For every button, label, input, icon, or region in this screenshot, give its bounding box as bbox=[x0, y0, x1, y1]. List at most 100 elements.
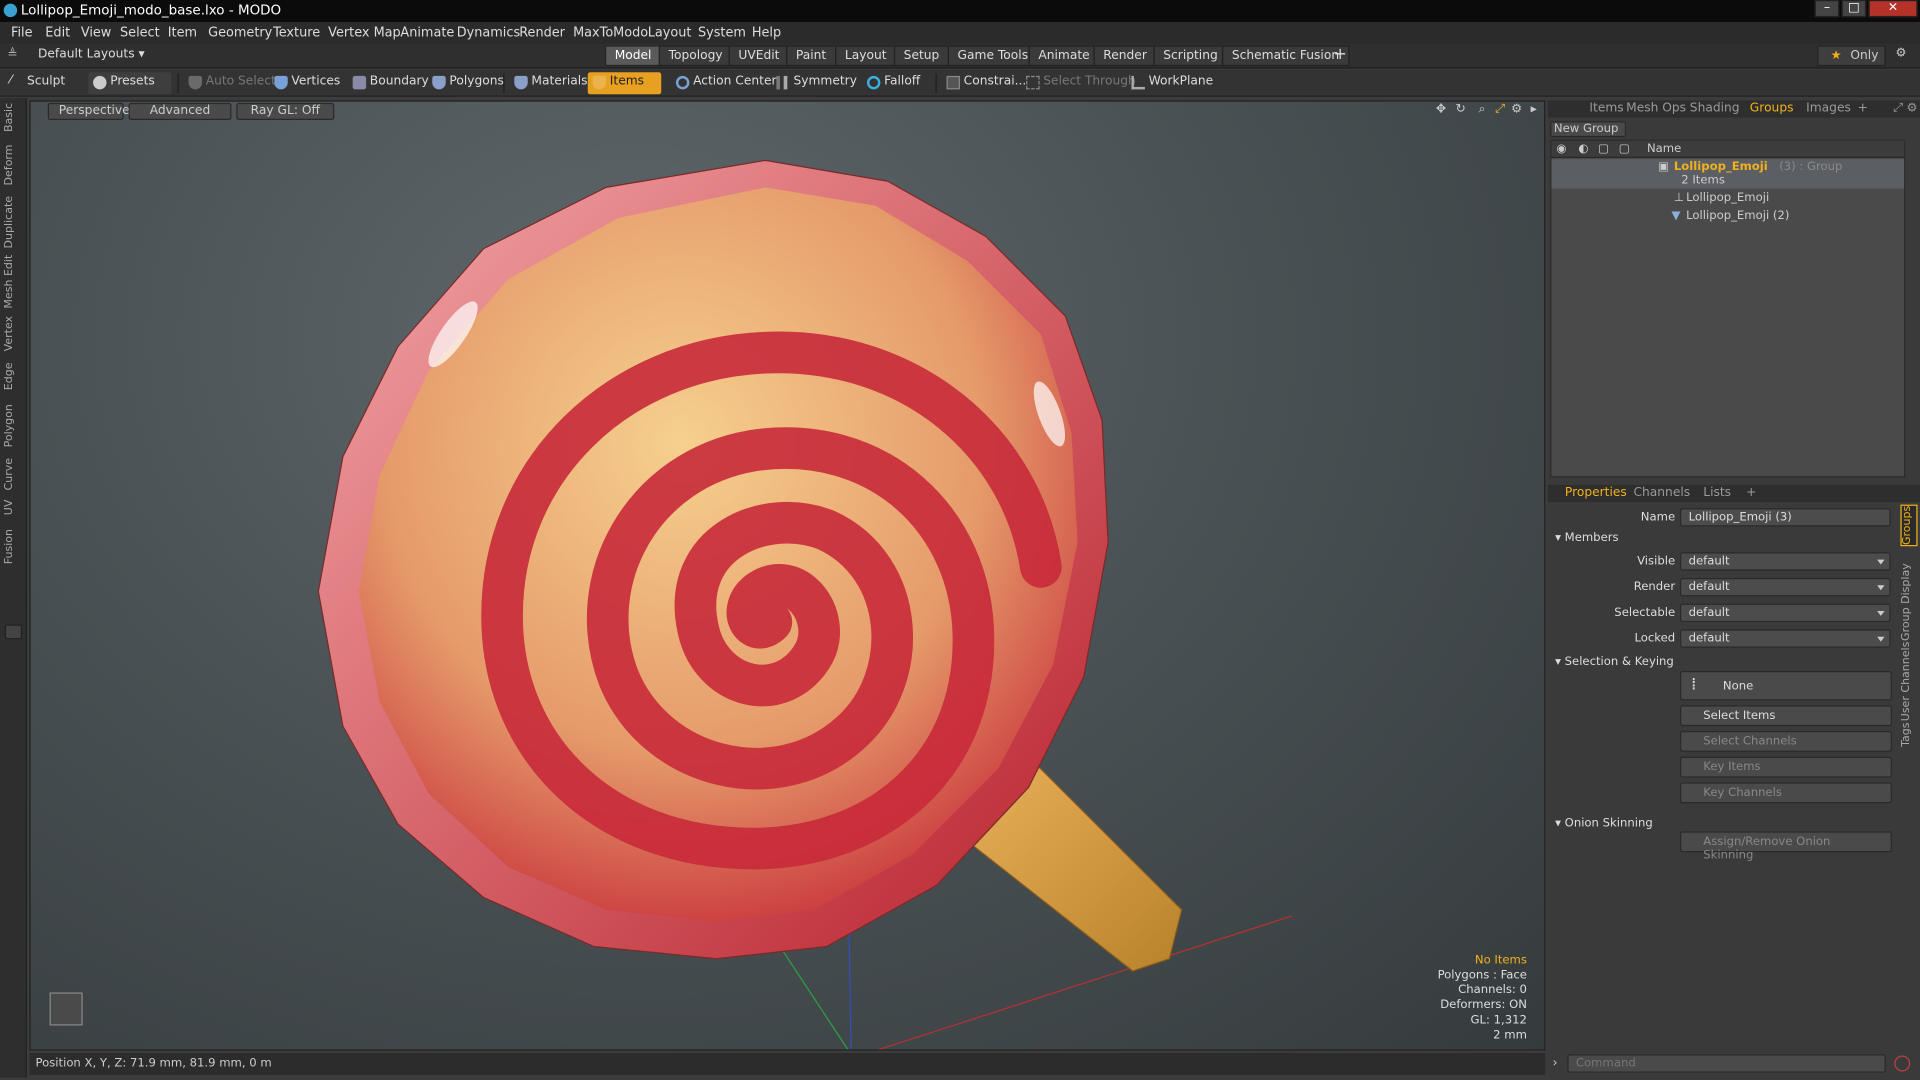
locked-select[interactable]: default bbox=[1680, 629, 1891, 648]
symmetry-button[interactable]: Symmetry bbox=[771, 72, 861, 94]
minimize-button[interactable]: – bbox=[1814, 0, 1840, 18]
menu-geometry[interactable]: Geometry bbox=[208, 26, 272, 41]
visible-select[interactable]: default bbox=[1680, 552, 1891, 571]
falloff-button[interactable]: Falloff bbox=[862, 72, 925, 94]
viewport-options-icon[interactable]: ⚙ bbox=[1511, 103, 1522, 116]
command-history-icon[interactable] bbox=[1894, 1055, 1911, 1072]
vertices-button[interactable]: Vertices bbox=[269, 72, 345, 94]
boundary-button[interactable]: Boundary bbox=[348, 72, 434, 94]
menu-item[interactable]: Item bbox=[168, 26, 197, 41]
menu-texture[interactable]: Texture bbox=[273, 26, 320, 41]
tab-channels[interactable]: Channels bbox=[1633, 486, 1690, 502]
lock-col-icon[interactable]: ▢ bbox=[1619, 142, 1630, 155]
tab-setup[interactable]: Setup bbox=[893, 45, 950, 67]
add-list-tab-icon[interactable]: + bbox=[1858, 102, 1868, 118]
tab-schematic-fusion[interactable]: Schematic Fusion bbox=[1222, 45, 1349, 67]
command-input[interactable] bbox=[1567, 1054, 1886, 1073]
raygl-button[interactable]: Ray GL: Off bbox=[236, 102, 335, 121]
expand-panel-icon[interactable]: ⤢ bbox=[1893, 102, 1903, 118]
orientation-gizmo[interactable] bbox=[49, 992, 83, 1026]
list-item[interactable]: ⊥ Lollipop_Emoji bbox=[1551, 190, 1904, 207]
sculpt-button[interactable]: ⁄ Sculpt bbox=[5, 72, 83, 94]
menu-layout[interactable]: Layout bbox=[648, 26, 692, 41]
rotate-view-icon[interactable]: ↻ bbox=[1455, 103, 1465, 116]
select-channels-button[interactable]: Select Channels bbox=[1680, 731, 1892, 752]
presets-button[interactable]: Presets bbox=[88, 72, 172, 95]
tab-groups[interactable]: Groups bbox=[1750, 102, 1794, 118]
render-col-icon[interactable]: ◐ bbox=[1578, 142, 1588, 155]
tab-layout[interactable]: Layout bbox=[835, 45, 897, 67]
tab-game-tools[interactable]: Game Tools bbox=[947, 45, 1038, 67]
constraints-button[interactable]: Constrai... bbox=[942, 72, 1032, 94]
select-col-icon[interactable]: ▢ bbox=[1598, 142, 1609, 155]
name-column-header[interactable]: Name bbox=[1647, 142, 1681, 155]
gear-icon[interactable]: ⚙ bbox=[1896, 47, 1907, 60]
select-through-button[interactable]: Select Through bbox=[1021, 72, 1140, 94]
group-list[interactable]: ◉ ◐ ▢ ▢ Name ▣ Lollipop_Emoji (3) : Grou… bbox=[1550, 139, 1906, 478]
tab-shading[interactable]: Shading bbox=[1690, 102, 1740, 118]
vtab-vertex[interactable]: Vertex bbox=[4, 316, 24, 351]
materials-button[interactable]: Materials bbox=[509, 72, 592, 94]
menu-animate[interactable]: Animate bbox=[400, 26, 454, 41]
maximize-button[interactable]: □ bbox=[1841, 0, 1867, 18]
side-tab-tags[interactable]: Tags bbox=[1900, 722, 1920, 746]
tool-palette-toggle[interactable] bbox=[4, 624, 23, 640]
add-properties-tab-icon[interactable]: + bbox=[1746, 486, 1756, 502]
vtab-mesh-edit[interactable]: Mesh Edit bbox=[4, 255, 24, 309]
viewport-expand-icon[interactable]: ▸ bbox=[1531, 103, 1537, 116]
tab-topology[interactable]: Topology bbox=[658, 45, 733, 67]
vtab-duplicate[interactable]: Duplicate bbox=[4, 196, 24, 249]
vtab-polygon[interactable]: Polygon bbox=[4, 404, 24, 447]
list-item[interactable]: ▼ Lollipop_Emoji (2) bbox=[1551, 208, 1904, 225]
key-items-button[interactable]: Key Items bbox=[1680, 756, 1892, 778]
tab-images[interactable]: Images bbox=[1806, 102, 1851, 118]
render-select[interactable]: default bbox=[1680, 577, 1891, 597]
menu-system[interactable]: System bbox=[698, 26, 746, 41]
layout-selector[interactable]: Default Layouts ▾ bbox=[38, 48, 145, 61]
menu-select[interactable]: Select bbox=[120, 26, 160, 41]
name-field[interactable]: Lollipop_Emoji (3) bbox=[1680, 508, 1891, 527]
menu-maxtomodo[interactable]: MaxToModo bbox=[573, 26, 648, 41]
menu-edit[interactable]: Edit bbox=[45, 26, 70, 41]
side-tab-groups[interactable]: Groups bbox=[1900, 504, 1918, 547]
menu-file[interactable]: File bbox=[11, 26, 33, 41]
side-tab-group-display[interactable]: Group Display bbox=[1900, 563, 1920, 641]
tab-scripting[interactable]: Scripting bbox=[1153, 45, 1228, 67]
none-button[interactable]: ⁞ None bbox=[1680, 671, 1892, 701]
selection-keying-section[interactable]: ▾ Selection & Keying bbox=[1555, 655, 1674, 668]
tab-paint[interactable]: Paint bbox=[786, 45, 837, 67]
tab-properties[interactable]: Properties bbox=[1565, 486, 1627, 502]
menu-help[interactable]: Help bbox=[752, 26, 781, 41]
side-tab-user-channels[interactable]: User Channels bbox=[1900, 642, 1920, 722]
auto-select-button[interactable]: Auto Select bbox=[184, 72, 281, 94]
menu-view[interactable]: View bbox=[81, 26, 112, 41]
group-row[interactable]: ▣ Lollipop_Emoji (3) : Group 2 Items bbox=[1551, 159, 1905, 189]
new-group-button[interactable]: New Group bbox=[1550, 121, 1627, 138]
action-center-button[interactable]: Action Center bbox=[671, 72, 781, 94]
only-toggle[interactable]: ★ Only bbox=[1817, 45, 1886, 67]
fit-view-icon[interactable]: ⤢ bbox=[1495, 103, 1505, 116]
menu-dynamics[interactable]: Dynamics bbox=[457, 26, 520, 41]
members-section[interactable]: ▾ Members bbox=[1555, 531, 1618, 544]
assign-onion-button[interactable]: Assign/Remove Onion Skinning bbox=[1680, 831, 1892, 862]
vtab-edge[interactable]: Edge bbox=[4, 362, 24, 390]
tab-lists[interactable]: Lists bbox=[1703, 486, 1731, 502]
onion-skinning-section[interactable]: ▾ Onion Skinning bbox=[1555, 817, 1653, 830]
selectable-select[interactable]: default bbox=[1680, 603, 1891, 623]
key-channels-button[interactable]: Key Channels bbox=[1680, 782, 1892, 804]
tab-animate[interactable]: Animate bbox=[1028, 45, 1100, 67]
vtab-basic[interactable]: Basic bbox=[4, 103, 24, 132]
perspective-button[interactable]: Perspective bbox=[47, 102, 130, 121]
advanced-button[interactable]: Advanced bbox=[128, 102, 232, 121]
tab-model[interactable]: Model bbox=[604, 45, 662, 67]
visibility-col-icon[interactable]: ◉ bbox=[1556, 142, 1566, 155]
tab-mesh-ops[interactable]: Mesh Ops bbox=[1626, 102, 1686, 118]
move-view-icon[interactable]: ✥ bbox=[1436, 103, 1446, 116]
workplane-button[interactable]: WorkPlane bbox=[1127, 72, 1219, 94]
vtab-fusion[interactable]: Fusion bbox=[4, 529, 24, 564]
vtab-deform[interactable]: Deform bbox=[4, 144, 24, 185]
close-button[interactable]: ✕ bbox=[1868, 0, 1918, 18]
panel-settings-icon[interactable]: ⚙ bbox=[1907, 102, 1918, 118]
menu-render[interactable]: Render bbox=[519, 26, 565, 41]
add-tab-icon[interactable]: + bbox=[1333, 45, 1346, 63]
